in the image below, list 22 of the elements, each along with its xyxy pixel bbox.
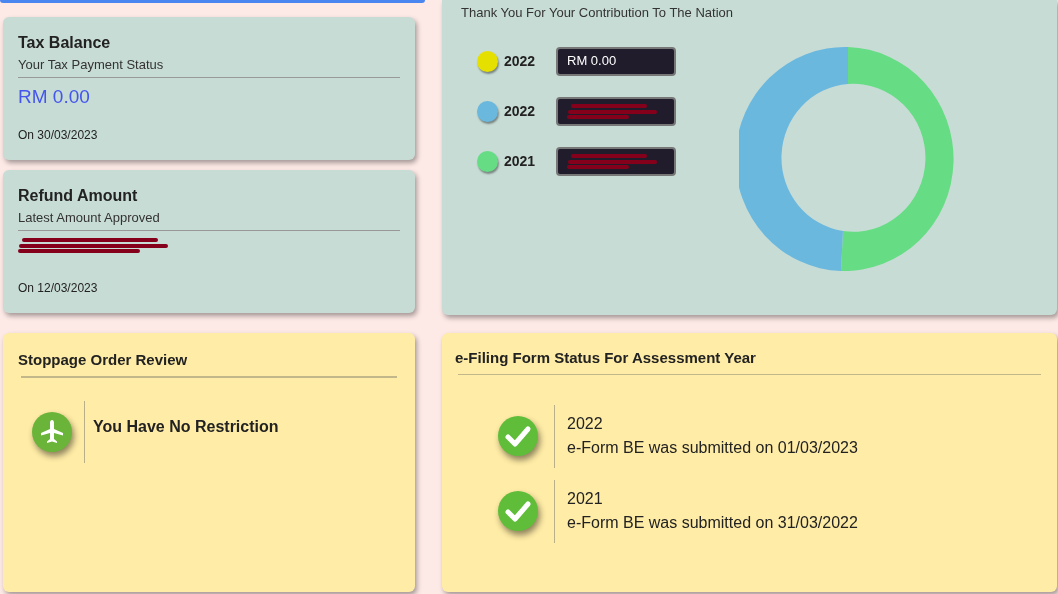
restriction-message: You Have No Restriction (93, 417, 279, 435)
card-title: Stoppage Order Review (18, 350, 189, 370)
card-title: Tax Balance (18, 33, 112, 53)
card-subtitle: Latest Amount Approved (18, 209, 161, 227)
date-text: On 30/03/2023 (18, 127, 99, 144)
legend-year: 2022 (504, 101, 537, 121)
card-title: Refund Amount (18, 186, 139, 206)
assessment-year: 2021 (567, 488, 604, 509)
date-text: On 12/03/2023 (18, 280, 99, 297)
airplane-icon (32, 411, 72, 452)
card-title: e-Filing Form Status For Assessment Year (455, 348, 757, 368)
amount-value: RM 0.00 (18, 84, 91, 109)
submission-text: e-Form BE was submitted on 01/03/2023 (567, 437, 858, 458)
submission-text: e-Form BE was submitted on 31/03/2022 (567, 512, 858, 533)
check-circle-icon (497, 490, 539, 532)
assessment-year: 2022 (567, 413, 604, 434)
legend-year: 2022 (504, 51, 537, 71)
amount-field: RM 0.00 (556, 46, 676, 76)
card-subtitle: Your Tax Payment Status (18, 56, 165, 74)
legend-year: 2021 (504, 151, 537, 171)
panel-title: Thank You For Your Contribution To The Nation (461, 4, 732, 22)
check-circle-icon (497, 415, 539, 457)
